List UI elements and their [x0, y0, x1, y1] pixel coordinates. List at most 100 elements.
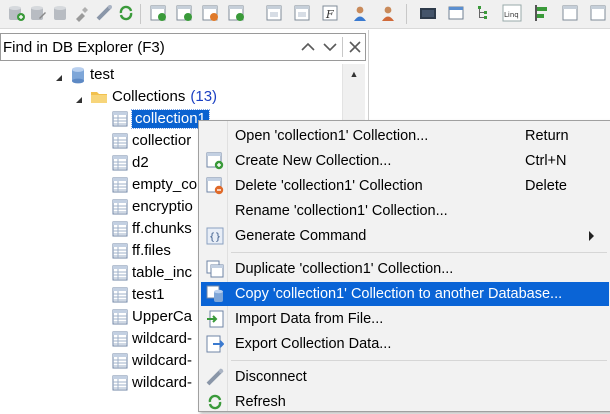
disconnect-icon[interactable] — [72, 3, 92, 23]
collapse-arrow-icon[interactable] — [74, 92, 84, 103]
collection-icon — [112, 199, 128, 215]
menu-item-label: Rename 'collection1' Collection... — [235, 203, 448, 219]
collection-icon — [112, 133, 128, 149]
menu-item-label: Import Data from File... — [235, 311, 384, 327]
remove-database-icon[interactable] — [50, 3, 70, 23]
tree-item-collection[interactable]: wildcard- — [112, 328, 192, 350]
user-icon[interactable] — [350, 3, 370, 23]
tree-item-collection[interactable]: table_inc — [112, 262, 192, 284]
tree-node-database[interactable]: test — [54, 64, 114, 86]
collapse-arrow-icon[interactable] — [54, 70, 64, 81]
collection-label: wildcard- — [132, 352, 193, 369]
tree-item-collection[interactable]: test1 — [112, 284, 165, 306]
tree-item-collection[interactable]: ff.chunks — [112, 218, 192, 240]
tree-item-collection[interactable]: encryptio — [112, 196, 193, 218]
menu-item-import-data[interactable]: Import Data from File... — [201, 307, 609, 331]
export-collection-icon[interactable] — [200, 3, 220, 23]
tree-item-collection[interactable]: ff.files — [112, 240, 171, 262]
menu-item-label: Disconnect — [235, 369, 307, 385]
table-icon[interactable] — [292, 3, 312, 23]
menu-item-copy-to-database[interactable]: Copy 'collection1' Collection to another… — [201, 282, 609, 306]
menu-item-label: Copy 'collection1' Collection to another… — [235, 286, 563, 302]
menu-item-open-collection[interactable]: Open 'collection1' Collection... Return — [201, 124, 609, 148]
menu-item-export-data[interactable]: Export Collection Data... — [201, 332, 609, 356]
shell-icon[interactable] — [418, 3, 438, 23]
scroll-up-icon[interactable]: ▲ — [343, 64, 365, 84]
search-input[interactable] — [3, 36, 293, 58]
menu-item-label: Refresh — [235, 394, 286, 410]
tree-item-collection[interactable]: UpperCa — [112, 306, 192, 328]
menu-item-shortcut: Ctrl+N — [525, 153, 567, 169]
tree-view-icon[interactable] — [474, 3, 494, 23]
copy-database-icon — [205, 284, 225, 304]
menu-item-label: Export Collection Data... — [235, 336, 392, 352]
import-icon — [205, 309, 225, 329]
tree-item-collection[interactable]: collectior — [112, 130, 191, 152]
collection-label: wildcard- — [132, 330, 193, 347]
close-icon[interactable] — [345, 37, 365, 57]
role-icon[interactable] — [378, 3, 398, 23]
menu-item-duplicate-collection[interactable]: Duplicate 'collection1' Collection... — [201, 257, 609, 281]
database-label: test — [90, 66, 115, 83]
collection-icon — [112, 309, 128, 325]
export-icon — [205, 334, 225, 354]
tree-item-collection[interactable]: wildcard- — [112, 372, 192, 394]
collection-label: UpperCa — [132, 308, 193, 325]
collection-label: encryptio — [132, 198, 193, 215]
collection-icon — [112, 265, 128, 281]
layout-icon[interactable] — [588, 3, 608, 23]
copy-collection-icon[interactable] — [226, 3, 246, 23]
connect-icon[interactable] — [94, 3, 114, 23]
submenu-arrow-icon — [589, 231, 594, 241]
find-bar — [0, 33, 366, 61]
tree-item-collection[interactable]: collection1 — [112, 108, 210, 130]
refresh-icon[interactable] — [116, 3, 136, 23]
new-collection-icon[interactable] — [148, 3, 168, 23]
svg-text:F: F — [325, 8, 334, 21]
menu-item-shortcut: Return — [525, 128, 569, 144]
collection-label: table_inc — [132, 264, 193, 281]
add-database-icon[interactable] — [6, 3, 26, 23]
menu-item-delete-collection[interactable]: Delete 'collection1' Collection Delete — [201, 174, 609, 198]
folder-icon — [90, 89, 108, 105]
delete-collection-icon — [205, 176, 225, 196]
edit-database-icon[interactable] — [28, 3, 48, 23]
create-collection-icon — [205, 151, 225, 171]
svg-text:Linq: Linq — [504, 11, 519, 19]
collection-icon — [112, 375, 128, 391]
collection-icon — [112, 155, 128, 171]
collection-icon — [112, 287, 128, 303]
tree-item-collection[interactable]: empty_co — [112, 174, 197, 196]
search-prev-icon[interactable] — [298, 37, 318, 57]
menu-item-rename-collection[interactable]: Rename 'collection1' Collection... — [201, 199, 609, 223]
window-icon[interactable] — [446, 3, 466, 23]
collection-label: empty_co — [132, 176, 198, 193]
disconnect-icon — [205, 367, 225, 387]
linq-icon[interactable]: Linq — [502, 3, 522, 23]
tree-item-collection[interactable]: wildcard- — [112, 350, 192, 372]
menu-item-create-collection[interactable]: Create New Collection... Ctrl+N — [201, 149, 609, 173]
menu-item-label: Delete 'collection1' Collection — [235, 178, 423, 194]
collection-label: test1 — [132, 286, 165, 303]
menu-item-shortcut: Delete — [525, 178, 567, 194]
properties-icon[interactable] — [560, 3, 580, 23]
menu-item-refresh[interactable]: Refresh — [201, 390, 609, 414]
menu-item-label: Create New Collection... — [235, 153, 392, 169]
collection-label: ff.chunks — [132, 220, 192, 237]
search-next-icon[interactable] — [320, 37, 340, 57]
collections-label: Collections — [112, 88, 186, 105]
menu-item-label: Generate Command — [235, 228, 367, 244]
align-icon[interactable] — [532, 3, 552, 23]
import-collection-icon[interactable] — [174, 3, 194, 23]
menu-item-generate-command[interactable]: {} Generate Command — [201, 224, 609, 248]
braces-icon: {} — [205, 226, 225, 246]
tree-node-collections[interactable]: Collections (13) — [74, 86, 217, 108]
menu-item-disconnect[interactable]: Disconnect — [201, 365, 609, 389]
menu-item-label: Open 'collection1' Collection... — [235, 128, 429, 144]
function-icon[interactable]: F — [320, 3, 340, 23]
collection-icon — [112, 111, 128, 127]
copy-collection-icon[interactable] — [264, 3, 284, 23]
collection-icon — [112, 221, 128, 237]
tree-item-collection[interactable]: d2 — [112, 152, 149, 174]
context-menu: Open 'collection1' Collection... Return … — [198, 120, 610, 412]
